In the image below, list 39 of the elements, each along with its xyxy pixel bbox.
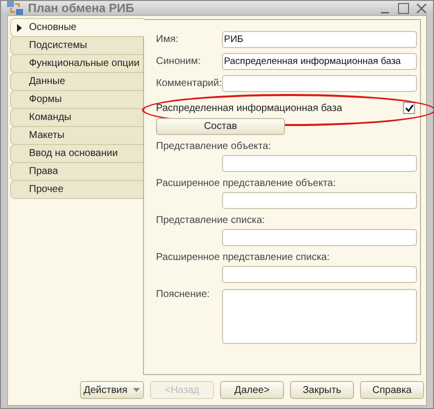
tab[interactable]: Функциональные опции: [10, 54, 143, 73]
input-field[interactable]: РИБ: [222, 30, 417, 48]
tab[interactable]: Подсистемы: [10, 36, 143, 55]
field-label: Представление списка:: [156, 215, 266, 227]
field-label: Представление объекта:: [156, 141, 272, 153]
close-icon[interactable]: [416, 2, 427, 14]
window-title: План обмена РИБ: [28, 1, 136, 15]
caret-icon: [133, 388, 140, 392]
composition-button[interactable]: Состав: [156, 118, 285, 135]
field-label: Пояснение:: [156, 289, 211, 300]
arrow-icon: [17, 24, 22, 32]
input-field[interactable]: [222, 229, 417, 246]
tab[interactable]: Прочее: [10, 180, 143, 199]
text-area[interactable]: [222, 289, 417, 344]
tab[interactable]: Основные: [10, 18, 144, 37]
checkbox[interactable]: [403, 102, 415, 114]
input-field[interactable]: Распределенная информационная база: [222, 52, 417, 70]
field-label: Комментарий:: [156, 78, 222, 88]
tab[interactable]: Команды: [10, 108, 143, 127]
field-label: Расширенное представление списка:: [156, 252, 331, 264]
input-field[interactable]: [222, 155, 417, 172]
tab[interactable]: Формы: [10, 90, 143, 109]
tab[interactable]: Данные: [10, 72, 143, 91]
tab[interactable]: Макеты: [10, 126, 143, 145]
input-field[interactable]: [222, 192, 417, 209]
checkbox-label: Распределенная информационная база: [156, 102, 342, 114]
dialog-button[interactable]: Справка: [360, 381, 424, 399]
dialog-button[interactable]: Закрыть: [290, 381, 354, 399]
field-label: Имя:: [156, 34, 180, 44]
dialog-button[interactable]: Далее>: [220, 381, 284, 399]
maximize-icon[interactable]: [398, 2, 409, 14]
tab[interactable]: Ввод на основании: [10, 144, 143, 163]
field-label: Расширенное представление объекта:: [156, 178, 337, 190]
field-label: Синоним:: [156, 56, 202, 66]
tab[interactable]: Права: [10, 162, 143, 181]
input-field[interactable]: [222, 74, 417, 92]
app-icon: [7, 1, 23, 15]
input-field[interactable]: [222, 266, 417, 283]
actions-button[interactable]: Действия: [80, 381, 144, 399]
